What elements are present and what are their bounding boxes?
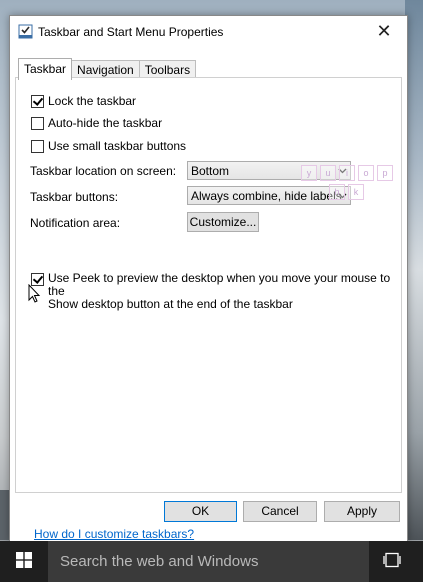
task-view-button[interactable] [369, 541, 415, 582]
tab-strip: Taskbar Navigation Toolbars [18, 58, 197, 80]
buttons-label: Taskbar buttons: [30, 190, 119, 204]
small-buttons-label: Use small taskbar buttons [48, 139, 187, 153]
apply-button[interactable]: Apply [324, 501, 400, 522]
close-button[interactable]: ✕ [361, 16, 407, 46]
ghost-key-i: i [339, 165, 355, 181]
peek-label-line2: Show desktop button at the end of the ta… [48, 297, 293, 311]
customize-button[interactable]: Customize... [187, 212, 259, 232]
tab-taskbar[interactable]: Taskbar [18, 58, 73, 80]
mouse-pointer-icon [28, 283, 42, 304]
taskbar-search-box[interactable]: Search the web and Windows [48, 541, 369, 582]
small-buttons-option[interactable]: Use small taskbar buttons [31, 139, 186, 153]
lock-taskbar-label: Lock the taskbar [48, 94, 137, 108]
ghost-key-h: h [329, 184, 345, 200]
autohide-option[interactable]: Auto-hide the taskbar [31, 116, 162, 130]
dialog-title: Taskbar and Start Menu Properties [38, 25, 224, 39]
taskbar-buttons-select[interactable]: Always combine, hide labels [187, 186, 351, 205]
taskbar-buttons-value: Always combine, hide labels [191, 189, 342, 203]
ghost-key-y: y [301, 165, 317, 181]
notification-label: Notification area: [30, 216, 121, 230]
location-label: Taskbar location on screen: [30, 164, 177, 178]
search-placeholder: Search the web and Windows [60, 553, 259, 570]
autohide-label: Auto-hide the taskbar [48, 116, 163, 130]
ghost-key-p: p [377, 165, 393, 181]
ok-button[interactable]: OK [164, 501, 237, 522]
close-icon: ✕ [376, 20, 392, 41]
peek-label: Use Peek to preview the desktop when you… [48, 272, 401, 311]
tab-panel: Lock the taskbar Auto-hide the taskbar U… [15, 77, 402, 541]
task-view-icon [383, 552, 401, 571]
peek-label-line1: Use Peek to preview the desktop when you… [48, 271, 391, 298]
windows-logo-icon [16, 552, 32, 571]
ghost-key-k: k [348, 184, 364, 200]
help-link[interactable]: How do I customize taskbars? [34, 527, 194, 541]
cancel-button[interactable]: Cancel [243, 501, 317, 522]
start-button[interactable] [0, 541, 48, 582]
ghost-key-u: u [320, 165, 336, 181]
autohide-checkbox[interactable] [31, 117, 44, 130]
windows-taskbar: Search the web and Windows [0, 541, 423, 582]
lock-taskbar-checkbox[interactable] [31, 95, 44, 108]
location-value: Bottom [191, 164, 230, 178]
small-buttons-checkbox[interactable] [31, 140, 44, 153]
taskbar-properties-icon [18, 24, 34, 40]
peek-option[interactable]: Use Peek to preview the desktop when you… [31, 272, 401, 311]
title-bar[interactable]: Taskbar and Start Menu Properties ✕ [10, 16, 407, 48]
ghost-key-o: o [358, 165, 374, 181]
lock-taskbar-option[interactable]: Lock the taskbar [31, 94, 136, 108]
properties-dialog: Taskbar and Start Menu Properties ✕ Task… [9, 15, 408, 542]
